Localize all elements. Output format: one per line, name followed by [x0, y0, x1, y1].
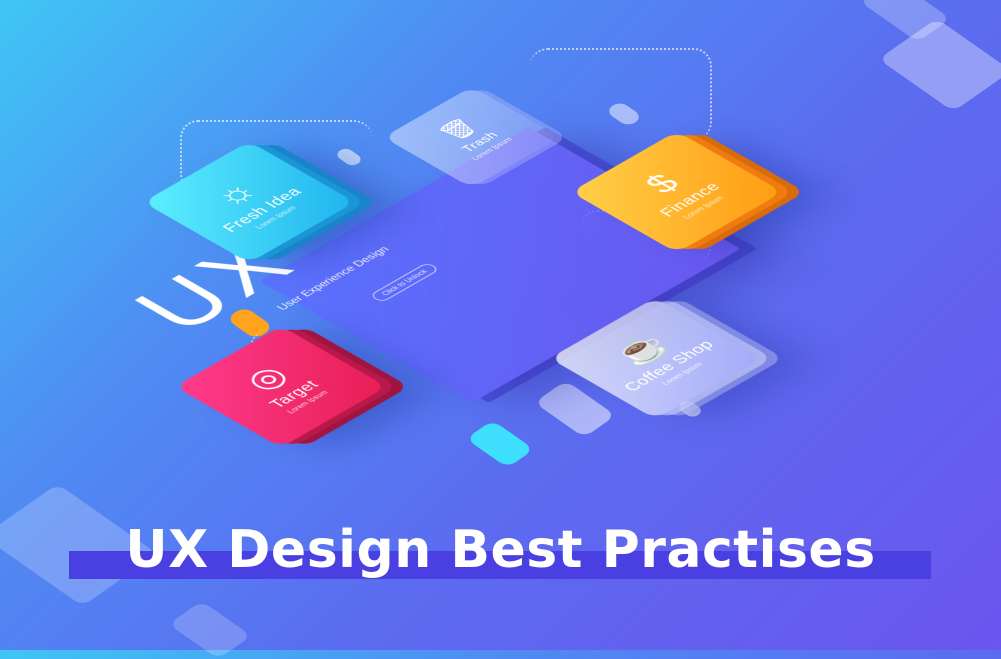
dotted-connector	[530, 48, 712, 140]
decor-square	[465, 420, 535, 468]
ux-heading: UX	[112, 225, 319, 345]
page-title: UX Design Best Practises	[125, 520, 876, 580]
decor-square	[168, 600, 252, 659]
unlock-button[interactable]: Click to Unlock	[369, 262, 440, 303]
finance-icon: $	[635, 168, 688, 199]
decor-square	[878, 18, 1001, 112]
ux-subtitle: User Experience Design	[273, 244, 392, 313]
